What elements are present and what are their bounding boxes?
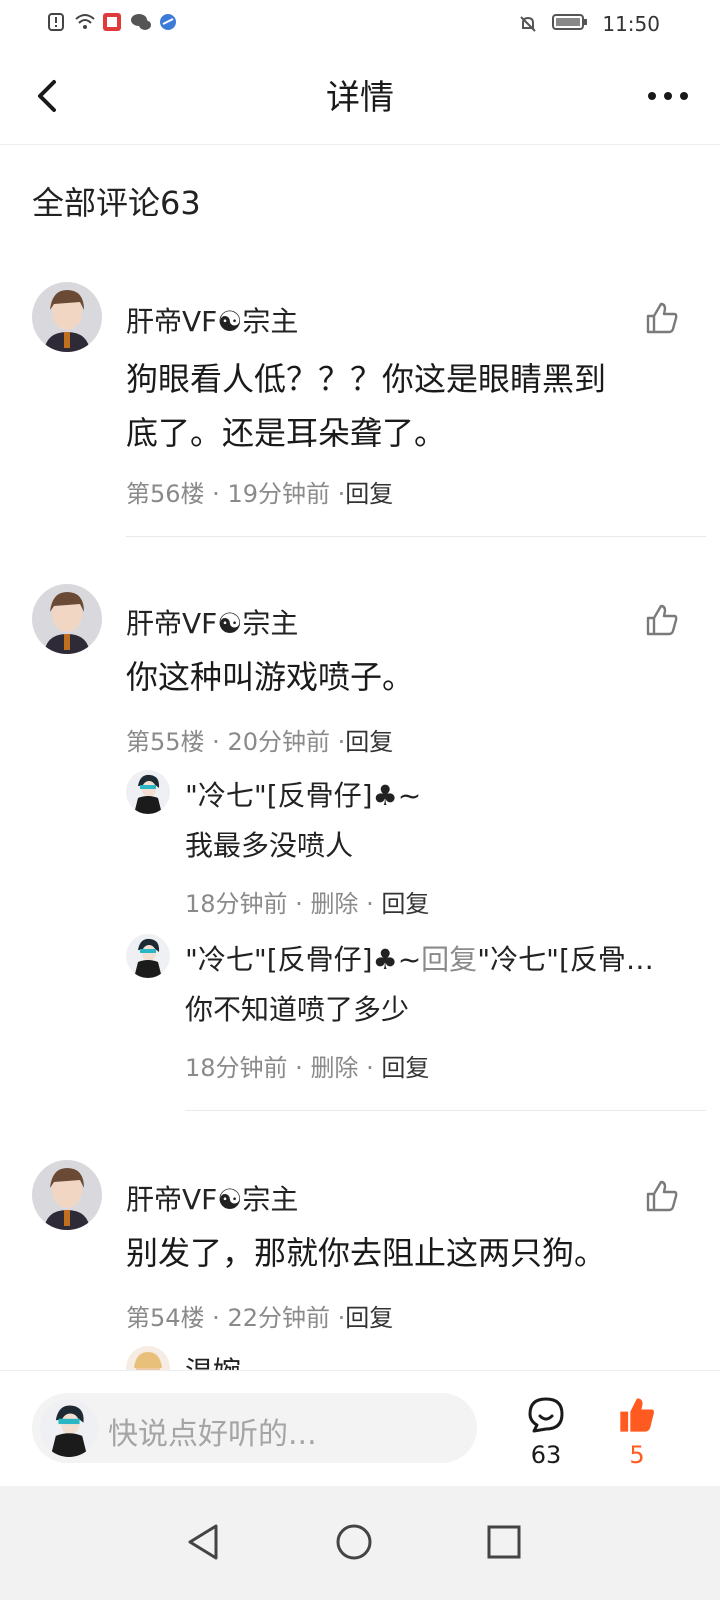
thumb-up-icon	[646, 1180, 678, 1212]
reply-avatar[interactable]	[126, 934, 170, 978]
comment-count: 63	[530, 1441, 562, 1469]
divider	[126, 536, 706, 537]
reply-author[interactable]: "冷七"[反骨仔]♣~	[185, 943, 421, 976]
comment-author[interactable]: 肝帝VF☯宗主	[126, 300, 298, 340]
reply-keyword: 回复	[421, 943, 478, 976]
comment-text: 别发了，那就你去阻止这两只狗。	[126, 1234, 607, 1272]
reply-text: 你不知道喷了多少	[185, 993, 410, 1026]
status-icons-left	[46, 12, 178, 32]
comment-input[interactable]: 快说点好听的...	[32, 1393, 477, 1463]
input-placeholder: 快说点好听的...	[108, 1417, 317, 1452]
comment-text: 狗眼看人低？？？你这是眼睛黑到 底了。还是耳朵聋了。	[126, 352, 680, 460]
avatar[interactable]	[32, 584, 102, 654]
floor-number: 第56楼	[126, 480, 205, 508]
nav-home-button[interactable]	[334, 1522, 374, 1562]
reply-author-line: "冷七"[反骨仔]♣~回复"冷七"[反骨…	[185, 938, 680, 978]
app-notification-icon	[102, 12, 122, 32]
avatar[interactable]	[32, 282, 102, 352]
page-title: 详情	[326, 78, 394, 118]
thumb-up-icon	[646, 604, 678, 636]
comment-time: 20分钟前	[227, 728, 330, 756]
divider	[185, 1110, 706, 1111]
reply-time: 18分钟前	[185, 890, 288, 918]
thumb-up-filled-icon	[620, 1398, 654, 1432]
reply-text: 我最多没喷人	[185, 829, 354, 862]
thumb-up-icon	[646, 302, 678, 334]
reply-meta: 18分钟前 · 删除 · 回复	[185, 890, 430, 918]
like-count: 5	[629, 1441, 645, 1469]
bottom-action-bar: 快说点好听的... 63 5	[0, 1370, 720, 1487]
avatar[interactable]	[32, 1160, 102, 1230]
nav-home-icon	[336, 1524, 372, 1560]
status-icons-right: 11:50	[518, 12, 660, 36]
alert-icon	[46, 12, 66, 32]
nav-recents-icon	[487, 1525, 521, 1559]
reply-author[interactable]: "冷七"[反骨仔]♣~	[185, 774, 680, 814]
comment-text-line: 狗眼看人低？？？你这是眼睛黑到	[126, 360, 607, 398]
more-button[interactable]	[644, 82, 692, 110]
reply-link[interactable]: 回复	[345, 480, 393, 508]
like-button[interactable]	[644, 602, 680, 638]
floor-number: 第54楼	[126, 1304, 205, 1332]
comment-time: 19分钟前	[227, 480, 330, 508]
nav-back-icon	[188, 1524, 218, 1560]
reply-time: 18分钟前	[185, 1054, 288, 1082]
reply-link[interactable]: 回复	[381, 1054, 429, 1082]
delete-link[interactable]: 删除	[310, 1054, 358, 1082]
status-bar: 11:50	[0, 0, 720, 48]
comment-author[interactable]: 肝帝VF☯宗主	[126, 1178, 298, 1218]
comment-time: 22分钟前	[227, 1304, 330, 1332]
comment-meta: 第56楼 · 19分钟前 ·回复	[126, 480, 394, 508]
reply-avatar[interactable]	[126, 770, 170, 814]
delete-link[interactable]: 删除	[310, 890, 358, 918]
reply-link[interactable]: 回复	[345, 1304, 393, 1332]
reply-target[interactable]: "冷七"[反骨…	[477, 943, 654, 976]
reply-link[interactable]: 回复	[381, 890, 429, 918]
battery-icon	[552, 12, 588, 36]
browser-icon	[158, 12, 178, 32]
more-dots-icon	[648, 92, 688, 100]
like-button[interactable]	[644, 1178, 680, 1214]
comment-bubble-icon	[528, 1397, 564, 1433]
comment-count-button[interactable]: 63	[516, 1395, 576, 1469]
system-nav-bar	[0, 1486, 720, 1600]
comments-heading: 全部评论63	[32, 184, 201, 222]
comment-text-line: 底了。还是耳朵聋了。	[126, 414, 447, 452]
nav-back-button[interactable]	[184, 1522, 224, 1562]
wechat-icon	[130, 12, 151, 32]
wifi-icon	[74, 12, 95, 32]
like-count-button[interactable]: 5	[607, 1395, 667, 1469]
reply-meta: 18分钟前 · 删除 · 回复	[185, 1054, 430, 1082]
comment-text: 你这种叫游戏喷子。	[126, 658, 415, 696]
clock: 11:50	[602, 12, 660, 36]
top-nav-bar: 详情	[0, 48, 720, 145]
nav-recents-button[interactable]	[484, 1522, 524, 1562]
mute-bell-icon	[518, 14, 538, 34]
comment-author[interactable]: 肝帝VF☯宗主	[126, 602, 298, 642]
comment-meta: 第55楼 · 20分钟前 ·回复	[126, 728, 394, 756]
my-avatar	[40, 1399, 98, 1457]
floor-number: 第55楼	[126, 728, 205, 756]
reply-link[interactable]: 回复	[345, 728, 393, 756]
comment-meta: 第54楼 · 22分钟前 ·回复	[126, 1304, 394, 1332]
like-button[interactable]	[644, 300, 680, 336]
